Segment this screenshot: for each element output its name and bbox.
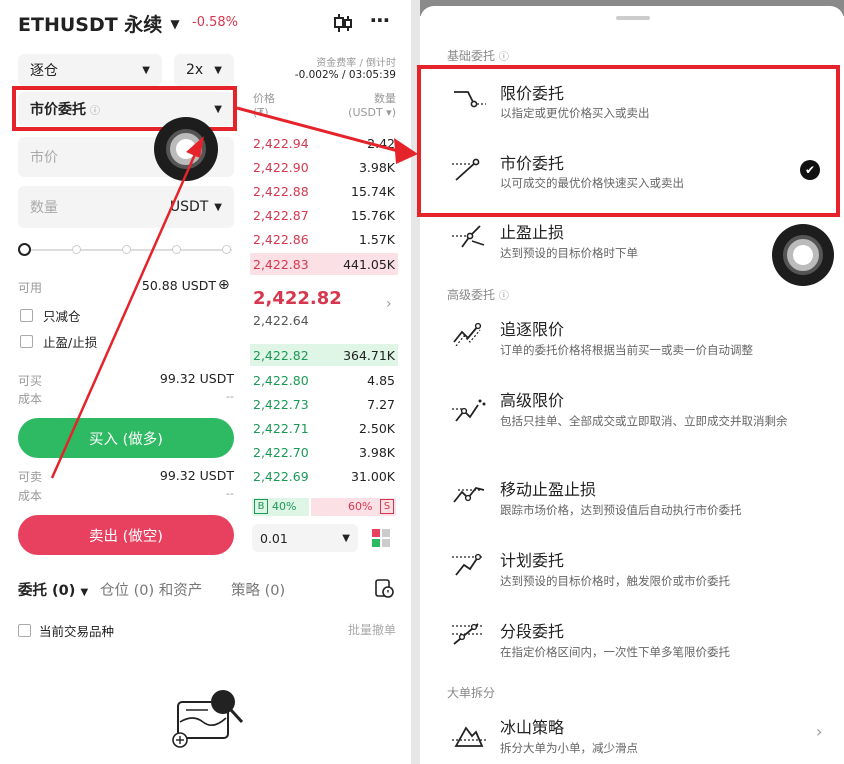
trade-panel: ETHUSDT 永续 ▼ -0.58% ⋯ 逐仓 ▼ 2x ▼ 资金费率 / 倒计时… [0,0,412,764]
order-type-desc: 跟踪市场价格，达到预设值后自动执行市价委托 [500,503,742,517]
order-type-iceberg[interactable]: 冰山策略 拆分大单为小单，减少滑点 › [420,708,844,764]
section-advanced-label: 高级委托 [447,288,496,302]
order-type-advanced-limit[interactable]: 高级限价 包括只挂单、全部成交或立即取消、立即成交并取消剩余 [420,381,844,457]
section-split-orders: 大单拆分 [447,684,495,701]
advanced-limit-icon [452,399,486,422]
section-basic-orders: 基础委托 ⓘ [447,47,509,64]
order-type-title: 计划委托 [500,551,565,570]
section-advanced-orders: 高级委托 ⓘ [447,286,509,303]
order-type-title: 移动止盈止损 [500,480,597,499]
chevron-right-icon: › [816,722,823,741]
trigger-order-icon [452,553,482,576]
order-type-title: 止盈止损 [500,223,565,242]
order-type-title: 高级限价 [500,391,565,410]
tp-sl-icon [452,225,485,248]
highlight-box-order-types [417,65,840,217]
order-type-title: 分段委托 [500,622,565,641]
chase-limit-icon [453,322,482,346]
order-type-desc: 拆分大单为小单，减少滑点 [500,741,638,755]
sheet-handle[interactable] [616,16,650,20]
order-type-trigger[interactable]: 计划委托 达到预设的目标价格时，触发限价或市价委托 [420,541,844,603]
order-type-scaled[interactable]: 分段委托 在指定价格区间内，一次性下单多笔限价委托 [420,612,844,674]
info-icon: ⓘ [498,52,509,63]
scaled-order-icon [452,623,482,645]
order-type-desc: 订单的委托价格将根据当前买一或卖一价自动调整 [500,343,753,357]
order-type-title: 冰山策略 [500,718,565,737]
section-split-label: 大单拆分 [447,686,496,700]
order-type-desc: 达到预设的目标价格时，触发限价或市价委托 [500,574,730,588]
order-type-chase-limit[interactable]: 追逐限价 订单的委托价格将根据当前买一或卖一价自动调整 [420,310,844,374]
iceberg-icon [452,726,486,747]
order-type-desc: 包括只挂单、全部成交或立即取消、立即成交并取消剩余 [500,414,788,428]
order-type-trailing-stop[interactable]: 移动止盈止损 跟踪市场价格，达到预设值后自动执行市价委托 [420,470,844,532]
section-basic-label: 基础委托 [447,49,496,63]
touch-indicator [772,224,834,286]
annotation-arrow [50,106,403,479]
info-icon: ⓘ [498,291,509,302]
order-type-title: 追逐限价 [500,320,565,339]
trailing-stop-icon [453,486,485,503]
order-type-desc: 在指定价格区间内，一次性下单多笔限价委托 [500,645,730,659]
